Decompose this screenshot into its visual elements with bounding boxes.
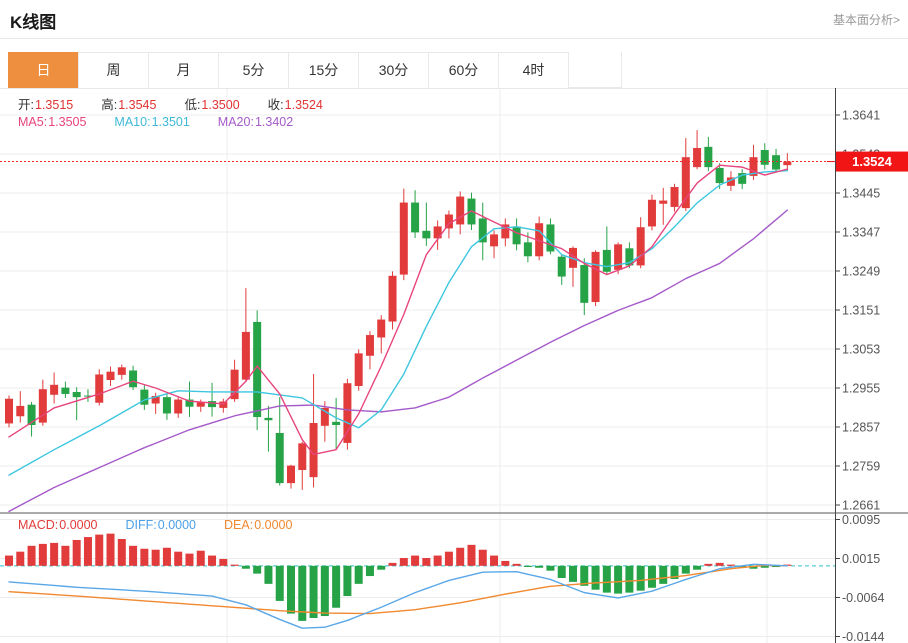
legend-item: DEA:0.0000 (224, 518, 293, 532)
svg-text:1.2857: 1.2857 (842, 421, 880, 435)
legend-item: MACD:0.0000 (18, 518, 98, 532)
macd-legend: MACD:0.0000 DIFF:0.0000 DEA:0.0000 (18, 518, 320, 532)
tab-4[interactable]: 15分 (288, 52, 359, 89)
legend-item: 高:1.3545 (101, 98, 157, 112)
macd-pane (0, 533, 835, 629)
legend-item: 收:1.3524 (267, 98, 323, 112)
fundamental-analysis-link[interactable]: 基本面分析> (833, 11, 900, 28)
svg-text:1.3641: 1.3641 (842, 109, 880, 123)
kline-page: K线图 基本面分析> 日周月5分15分30分60分4时 1.36411.3543… (0, 0, 908, 643)
svg-text:1.3347: 1.3347 (842, 226, 880, 240)
legend-item: 低:1.3500 (184, 98, 240, 112)
svg-text:1.3249: 1.3249 (842, 265, 880, 279)
tab-7[interactable]: 4时 (498, 52, 569, 89)
tab-6[interactable]: 60分 (428, 52, 499, 89)
svg-text:0.0095: 0.0095 (842, 513, 880, 527)
svg-text:1.3053: 1.3053 (842, 343, 880, 357)
interval-tab-bar: 日周月 5分 15分 30分 60分 4时 (8, 52, 622, 89)
legend-item: MA20:1.3402 (217, 115, 294, 129)
svg-text:1.2661: 1.2661 (842, 499, 880, 513)
kline-chart-canvas[interactable]: 1.36411.35431.34451.33471.32491.31511.30… (0, 88, 908, 643)
ohlc-legend: 开:1.3515 高:1.3545 低:1.3500 收:1.3524 (18, 94, 351, 113)
tab-5[interactable]: 30分 (358, 52, 429, 89)
svg-text:1.2759: 1.2759 (842, 460, 880, 474)
tab-bar-spacer (569, 52, 622, 88)
ma-legend: MA5:1.3505 MA10:1.3501 MA20:1.3402 (18, 115, 321, 129)
tab-1[interactable]: 周 (78, 52, 149, 89)
svg-text:1.2955: 1.2955 (842, 382, 880, 396)
svg-text:0.0015: 0.0015 (842, 552, 880, 566)
svg-text:-0.0064: -0.0064 (842, 591, 884, 605)
svg-text:-0.0144: -0.0144 (842, 630, 884, 643)
svg-text:1.3445: 1.3445 (842, 187, 880, 201)
page-title: K线图 (10, 13, 57, 32)
price-tag-value: 1.3524 (852, 154, 893, 169)
ma-lines (8, 164, 789, 513)
header: K线图 基本面分析> (0, 0, 908, 39)
tab-2[interactable]: 月 (148, 52, 219, 89)
legend-item: DIFF:0.0000 (125, 518, 196, 532)
svg-text:1.3151: 1.3151 (842, 304, 880, 318)
legend-item: MA5:1.3505 (18, 115, 87, 129)
tab-3[interactable]: 5分 (218, 52, 289, 89)
legend-item: 开:1.3515 (18, 98, 74, 112)
legend-item: MA10:1.3501 (114, 115, 190, 129)
tab-0[interactable]: 日 (8, 52, 79, 89)
price-tag: 1.3524 (827, 151, 908, 172)
